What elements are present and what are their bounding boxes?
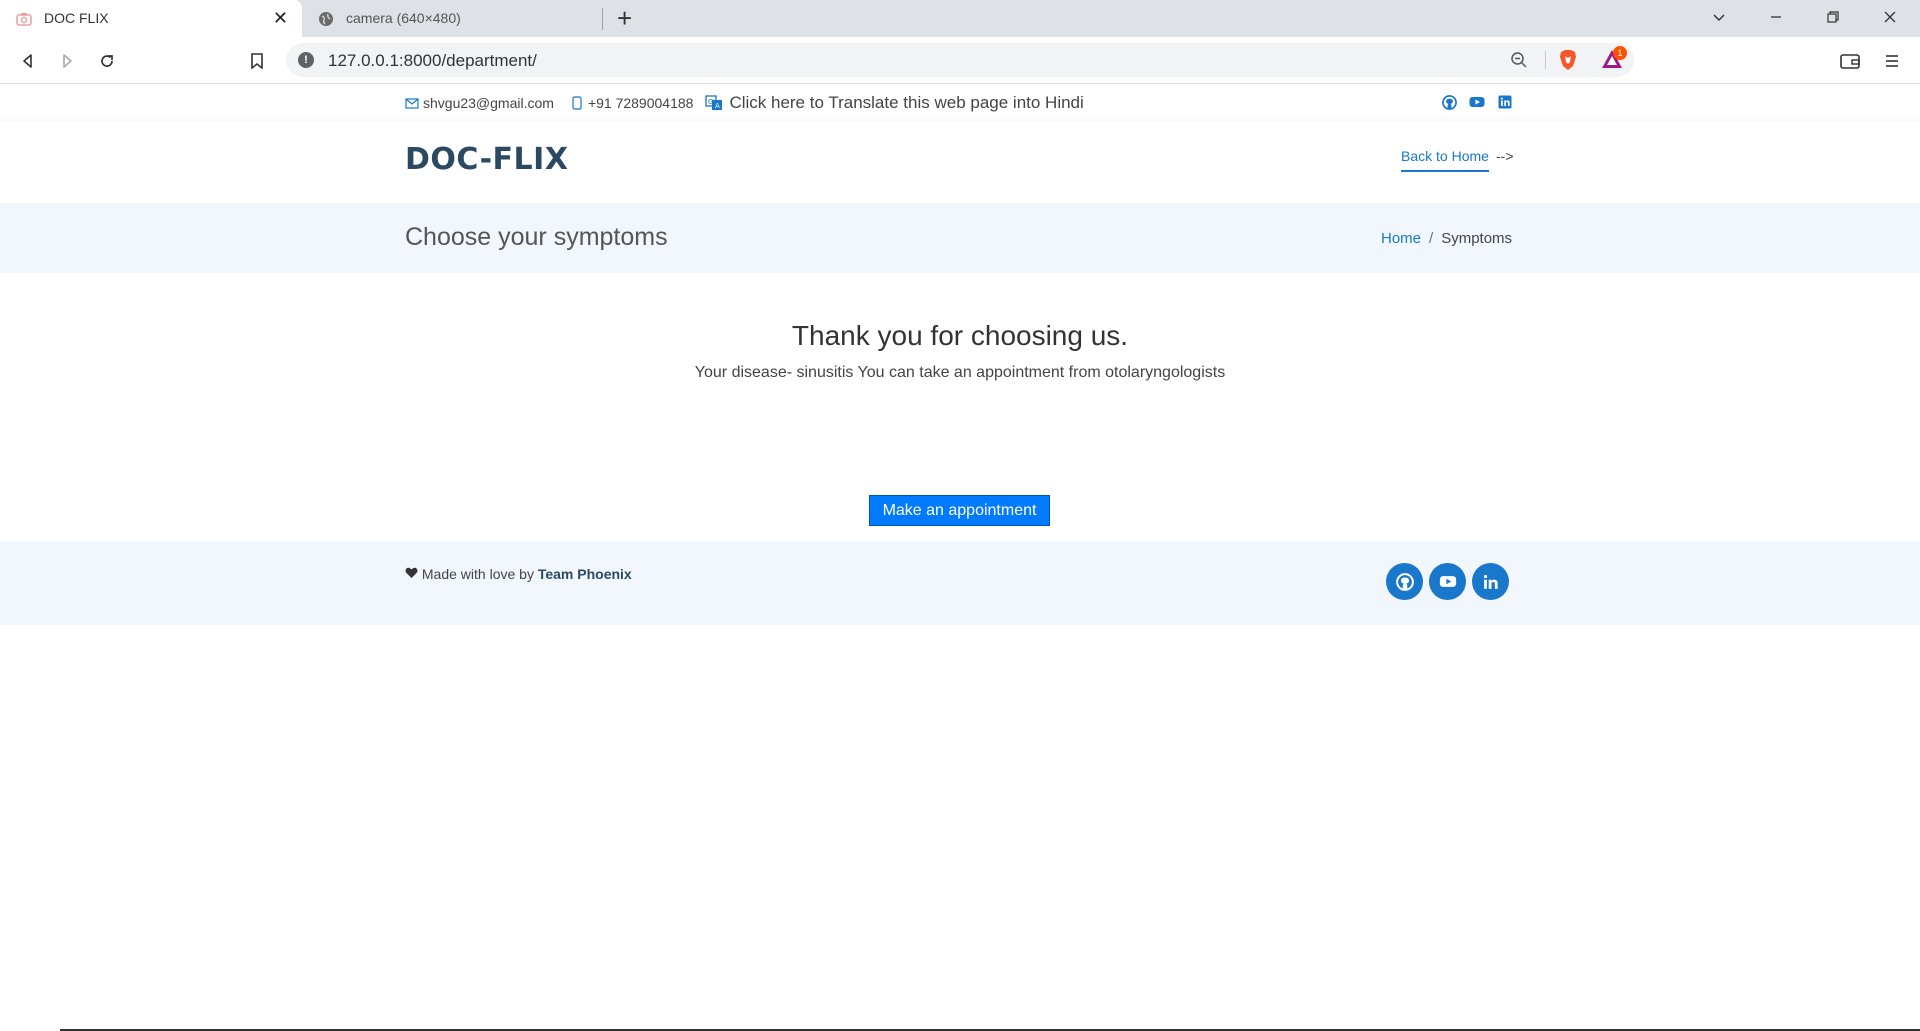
brave-rewards-icon[interactable]: 1: [1600, 46, 1627, 75]
reload-icon[interactable]: [95, 49, 119, 73]
phone-icon: [572, 96, 582, 110]
close-tab-icon[interactable]: ✕: [273, 8, 288, 28]
globe-icon: [318, 11, 334, 27]
youtube-icon[interactable]: [1429, 563, 1466, 600]
heart-icon: [405, 566, 422, 582]
restore-icon[interactable]: [1818, 6, 1848, 30]
zoom-icon[interactable]: [1510, 51, 1528, 74]
tab-title: DOC FLIX: [44, 10, 109, 26]
site-footer: Made with love by Team Phoenix: [0, 541, 1920, 625]
bookmark-icon[interactable]: [245, 49, 269, 73]
phone-text[interactable]: +91 7289004188: [588, 95, 694, 111]
breadcrumb-current: Symptoms: [1441, 230, 1513, 247]
forward-icon[interactable]: [55, 49, 79, 73]
footer-social-links: [1386, 563, 1509, 600]
translate-icon[interactable]: GA: [705, 95, 723, 111]
brave-shields-icon[interactable]: [1558, 49, 1578, 76]
web-page: shvgu23@gmail.com +91 7289004188 GA Clic…: [0, 84, 1920, 1031]
github-icon[interactable]: [1386, 563, 1423, 600]
tab-search-chevron-icon[interactable]: [1704, 6, 1734, 30]
page-title: Choose your symptoms: [405, 223, 668, 251]
tab-doc-flix[interactable]: DOC FLIX ✕: [0, 0, 302, 37]
team-name: Team Phoenix: [537, 566, 632, 582]
tab-title: camera (640×480): [346, 10, 461, 26]
top-bar: shvgu23@gmail.com +91 7289004188 GA Clic…: [0, 84, 1920, 122]
breadcrumb-separator: /: [1429, 230, 1434, 247]
minimize-icon[interactable]: [1761, 6, 1791, 30]
linkedin-icon[interactable]: [1472, 563, 1509, 600]
address-bar[interactable]: ! 127.0.0.1:8000/department/ 1: [286, 43, 1634, 77]
github-icon[interactable]: [1441, 94, 1457, 110]
top-social-links: [1441, 94, 1513, 110]
menu-icon[interactable]: [1880, 49, 1904, 73]
breadcrumb-home-link[interactable]: Home: [1381, 230, 1421, 247]
wallet-icon[interactable]: [1838, 49, 1862, 73]
svg-text:A: A: [715, 102, 720, 110]
diagnosis-message: Your disease- sinusitis You can take an …: [694, 364, 1226, 381]
credit-text: Made with love by: [421, 566, 534, 582]
translate-link[interactable]: Click here to Translate this web page in…: [729, 93, 1083, 113]
new-tab-icon[interactable]: +: [617, 4, 632, 32]
close-window-icon[interactable]: [1875, 6, 1905, 30]
result-section: Thank you for choosing us. Your disease-…: [0, 320, 1920, 382]
breadcrumb-section: Choose your symptoms Home / Symptoms: [0, 203, 1920, 273]
footer-credit: Made with love by Team Phoenix: [405, 566, 632, 582]
thank-you-heading: Thank you for choosing us.: [791, 320, 1129, 351]
envelope-icon: [405, 97, 419, 109]
email-text[interactable]: shvgu23@gmail.com: [423, 95, 554, 111]
linkedin-icon[interactable]: [1497, 94, 1513, 110]
browser-tab-bar: DOC FLIX ✕ camera (640×480) +: [0, 0, 1920, 37]
tab-camera[interactable]: camera (640×480): [302, 0, 604, 37]
contact-info: shvgu23@gmail.com +91 7289004188 GA Clic…: [405, 93, 1084, 113]
url-text[interactable]: 127.0.0.1:8000/department/: [328, 51, 537, 71]
tab-divider: [602, 8, 603, 30]
site-header: DOC-FLIX Back to Home -->: [0, 122, 1920, 203]
back-arrow-text: -->: [1496, 148, 1514, 164]
address-divider: [1545, 51, 1546, 69]
rewards-badge: 1: [1613, 46, 1627, 60]
svg-text:G: G: [708, 98, 713, 106]
make-appointment-button[interactable]: Make an appointment: [869, 495, 1050, 526]
site-logo[interactable]: DOC-FLIX: [405, 142, 568, 177]
camera-icon: [16, 11, 32, 27]
back-to-home-link[interactable]: Back to Home: [1401, 148, 1489, 172]
browser-toolbar: ! 127.0.0.1:8000/department/ 1: [0, 37, 1920, 84]
breadcrumb: Home / Symptoms: [1381, 230, 1512, 247]
site-info-icon[interactable]: !: [298, 52, 314, 68]
youtube-icon[interactable]: [1469, 94, 1485, 110]
back-icon[interactable]: [16, 49, 40, 73]
